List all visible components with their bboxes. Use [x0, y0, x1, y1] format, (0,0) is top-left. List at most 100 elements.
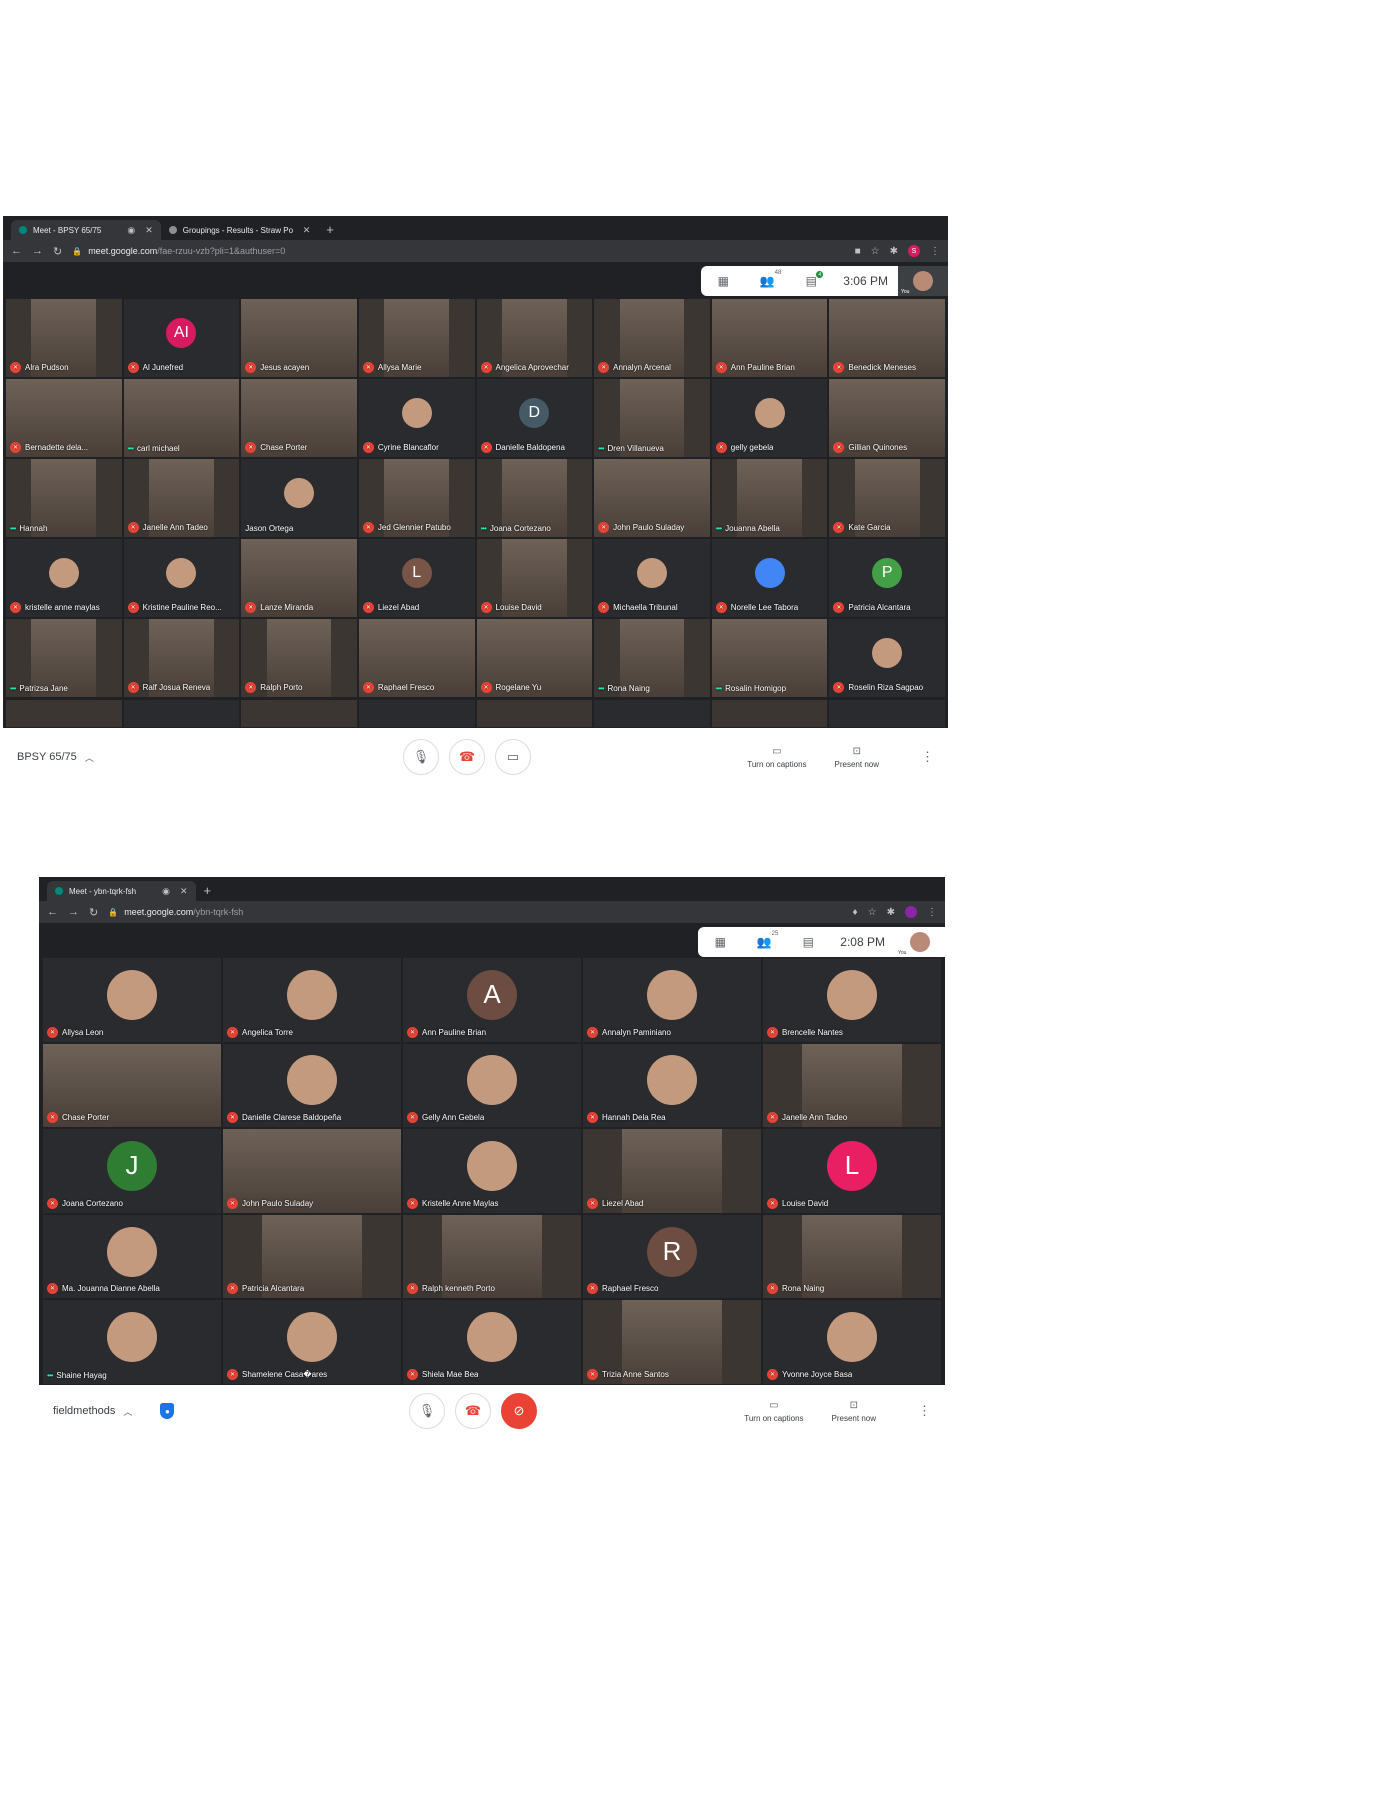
camera-off-button[interactable]: ⊘	[501, 1393, 537, 1429]
participant-tile[interactable]: ••• Patrizsa Jane	[5, 618, 123, 698]
participant-tile[interactable]: ✕ Jesus acayen	[240, 298, 358, 378]
participant-tile[interactable]: ✕ Kristine Pauline Reo...	[122, 538, 241, 618]
participant-tile[interactable]: ✕ Norelle Lee Tabora	[710, 538, 829, 618]
browser-menu-icon[interactable]: ⋮	[930, 246, 940, 257]
participant-tile[interactable]: ✕ Brencelle Nantes	[762, 957, 942, 1043]
mic-indicator-icon[interactable]: ♦	[853, 907, 858, 918]
participant-tile[interactable]: ✕ John Paulo Suladay	[593, 458, 711, 538]
participant-tile[interactable]: ••• Hannah	[5, 458, 123, 538]
forward-arrow-icon[interactable]: →	[68, 906, 79, 918]
more-options-icon[interactable]: ⋮	[921, 749, 934, 765]
participant-tile[interactable]: ✕ Jed Glennier Patubo	[357, 458, 476, 538]
participant-tile[interactable]: ✕ Shamelene Casa�ares	[222, 1299, 402, 1385]
participant-tile-partial[interactable]	[593, 698, 711, 728]
participant-tile-partial[interactable]	[122, 698, 241, 728]
participant-tile-partial[interactable]	[357, 698, 476, 728]
participant-tile[interactable]: ✕ gelly gebela	[710, 378, 829, 458]
captions-button[interactable]: ▭ Turn on captions	[747, 746, 806, 769]
browser-tab-meet[interactable]: Meet - BPSY 65/75 ◉ ✕	[11, 220, 161, 240]
participant-tile[interactable]: R ✕ Raphael Fresco	[582, 1213, 762, 1300]
chat-icon[interactable]: ▤	[786, 935, 830, 949]
participant-tile[interactable]: ••• Jouanna Abella	[710, 458, 829, 538]
participant-tile[interactable]: ✕ Hannah Dela Rea	[582, 1042, 762, 1129]
participant-tile[interactable]: ✕ Danielle Clarese Baldopeña	[222, 1042, 402, 1129]
bookmark-star-icon[interactable]: ☆	[868, 907, 877, 918]
browser-tab-groupings[interactable]: Groupings - Results - Straw Po ✕	[161, 220, 319, 240]
microphone-button[interactable]: 🎙	[403, 739, 439, 775]
leave-call-button[interactable]: ☎	[449, 739, 485, 775]
participant-tile[interactable]: ✕ Annalyn Arcenal	[593, 298, 711, 378]
extensions-puzzle-icon[interactable]: ✱	[890, 246, 898, 257]
participant-tile[interactable]: ✕ Louise David	[475, 538, 594, 618]
participant-tile[interactable]: ✕ Roselin Riza Sagpao	[828, 618, 946, 698]
participant-tile[interactable]: ✕ Rogelane Yu	[475, 618, 594, 698]
participant-tile[interactable]: ✕ Shiela Mae Bea	[402, 1299, 582, 1385]
participant-tile[interactable]: ✕ Allysa Leon	[42, 957, 222, 1043]
participant-tile[interactable]: ✕ Ma. Jouanna Dianne Abella	[42, 1213, 222, 1300]
forward-arrow-icon[interactable]: →	[32, 245, 43, 257]
back-arrow-icon[interactable]: ←	[11, 245, 22, 257]
tab-close-icon[interactable]: ✕	[145, 225, 153, 236]
participant-tile[interactable]: ••• Rona Naing	[593, 618, 711, 698]
participant-tile[interactable]: ✕ John Paulo Suladay	[222, 1128, 402, 1214]
participant-tile[interactable]: ✕ Chase Porter	[240, 378, 358, 458]
participant-tile[interactable]: ✕ Michaella Tribunal	[593, 538, 711, 618]
url-field[interactable]: 🔒 meet.google.com/ybn-tqrk-fsh	[108, 907, 842, 917]
participant-tile[interactable]: ✕ Patricia Alcantara	[222, 1213, 402, 1300]
new-tab-icon[interactable]: +	[318, 220, 342, 240]
participant-tile[interactable]: ••• Joana Cortezano	[475, 458, 594, 538]
chat-icon[interactable]: ▤ 4	[789, 271, 833, 288]
participant-tile[interactable]: D ✕ Danielle Baldopena	[475, 378, 594, 458]
reload-icon[interactable]: ↻	[89, 906, 98, 919]
participant-tile[interactable]: ✕ Janelle Ann Tadeo	[122, 458, 241, 538]
profile-avatar-icon[interactable]	[905, 906, 917, 918]
microphone-button[interactable]: 🎙	[409, 1393, 445, 1429]
participant-tile-partial[interactable]	[5, 698, 123, 728]
profile-avatar-icon[interactable]: S	[908, 245, 920, 257]
participant-tile[interactable]: ✕ Ann Pauline Brian	[710, 298, 829, 378]
participant-tile[interactable]: ✕ Rona Naing	[762, 1213, 942, 1300]
participant-tile[interactable]: ✕ Yvonne Joyce Basa	[762, 1299, 942, 1385]
grid-layout-icon[interactable]: ▦	[701, 274, 745, 288]
participant-tile[interactable]: ✕ Raphael Fresco	[357, 618, 476, 698]
camera-button[interactable]: ▭	[495, 739, 531, 775]
participant-tile[interactable]: ✕ Trizia Anne Santos	[582, 1299, 762, 1385]
participant-tile[interactable]: ✕ Bernadette dela...	[5, 378, 123, 458]
more-options-icon[interactable]: ⋮	[918, 1403, 931, 1419]
participant-tile[interactable]: ✕ Ralph Porto	[240, 618, 358, 698]
new-tab-icon[interactable]: +	[196, 881, 220, 901]
participant-tile[interactable]: ✕ Gelly Ann Gebela	[402, 1042, 582, 1129]
participant-tile-partial[interactable]	[710, 698, 829, 728]
participant-tile-partial[interactable]	[475, 698, 594, 728]
host-controls-shield-icon[interactable]: ●	[160, 1403, 175, 1419]
participant-tile[interactable]: Jason Ortega	[240, 458, 358, 538]
participant-tile[interactable]: ✕ Cyrine Blancaflor	[357, 378, 476, 458]
participant-tile[interactable]: ••• Dren Villanueva	[593, 378, 711, 458]
participant-tile[interactable]: J ✕ Joana Cortezano	[42, 1128, 222, 1214]
reload-icon[interactable]: ↻	[53, 245, 62, 258]
present-button[interactable]: ⊡ Present now	[832, 1400, 876, 1423]
camera-indicator-icon[interactable]: ■	[855, 246, 861, 257]
bookmark-star-icon[interactable]: ☆	[871, 246, 880, 257]
participant-tile[interactable]: A ✕ Ann Pauline Brian	[402, 957, 582, 1043]
participant-tile[interactable]: L ✕ Louise David	[762, 1128, 942, 1214]
participant-tile[interactable]: ✕ Kristelle Anne Maylas	[402, 1128, 582, 1214]
leave-call-button[interactable]: ☎	[455, 1393, 491, 1429]
participant-tile[interactable]: ✕ Allysa Marie	[357, 298, 476, 378]
participant-tile-partial[interactable]	[828, 698, 946, 728]
participant-tile[interactable]: L ✕ Liezel Abad	[357, 538, 476, 618]
participant-tile[interactable]: ✕ Gillian Quinones	[828, 378, 946, 458]
participant-tile[interactable]: ✕ Ralph kenneth Porto	[402, 1213, 582, 1300]
people-icon[interactable]: 👥 25	[742, 931, 786, 949]
present-button[interactable]: ⊡ Present now	[835, 746, 879, 769]
participant-tile[interactable]: ••• carl michael	[122, 378, 241, 458]
participant-tile[interactable]: ✕ Annalyn Paminiano	[582, 957, 762, 1043]
participant-tile[interactable]: ✕ Janelle Ann Tadeo	[762, 1042, 942, 1129]
participant-tile[interactable]: ✕ Ralf Josua Reneva	[122, 618, 241, 698]
participant-tile[interactable]: ✕ Lanze Miranda	[240, 538, 358, 618]
participant-tile[interactable]: AI ✕ Al Junefred	[122, 298, 241, 378]
tab-close-icon[interactable]: ✕	[303, 225, 311, 236]
browser-tab-meet[interactable]: Meet - ybn-tqrk-fsh ◉ ✕	[47, 881, 196, 901]
participant-tile[interactable]: ✕ Liezel Abad	[582, 1128, 762, 1214]
meeting-details[interactable]: fieldmethods ︿ ●	[39, 1403, 409, 1419]
